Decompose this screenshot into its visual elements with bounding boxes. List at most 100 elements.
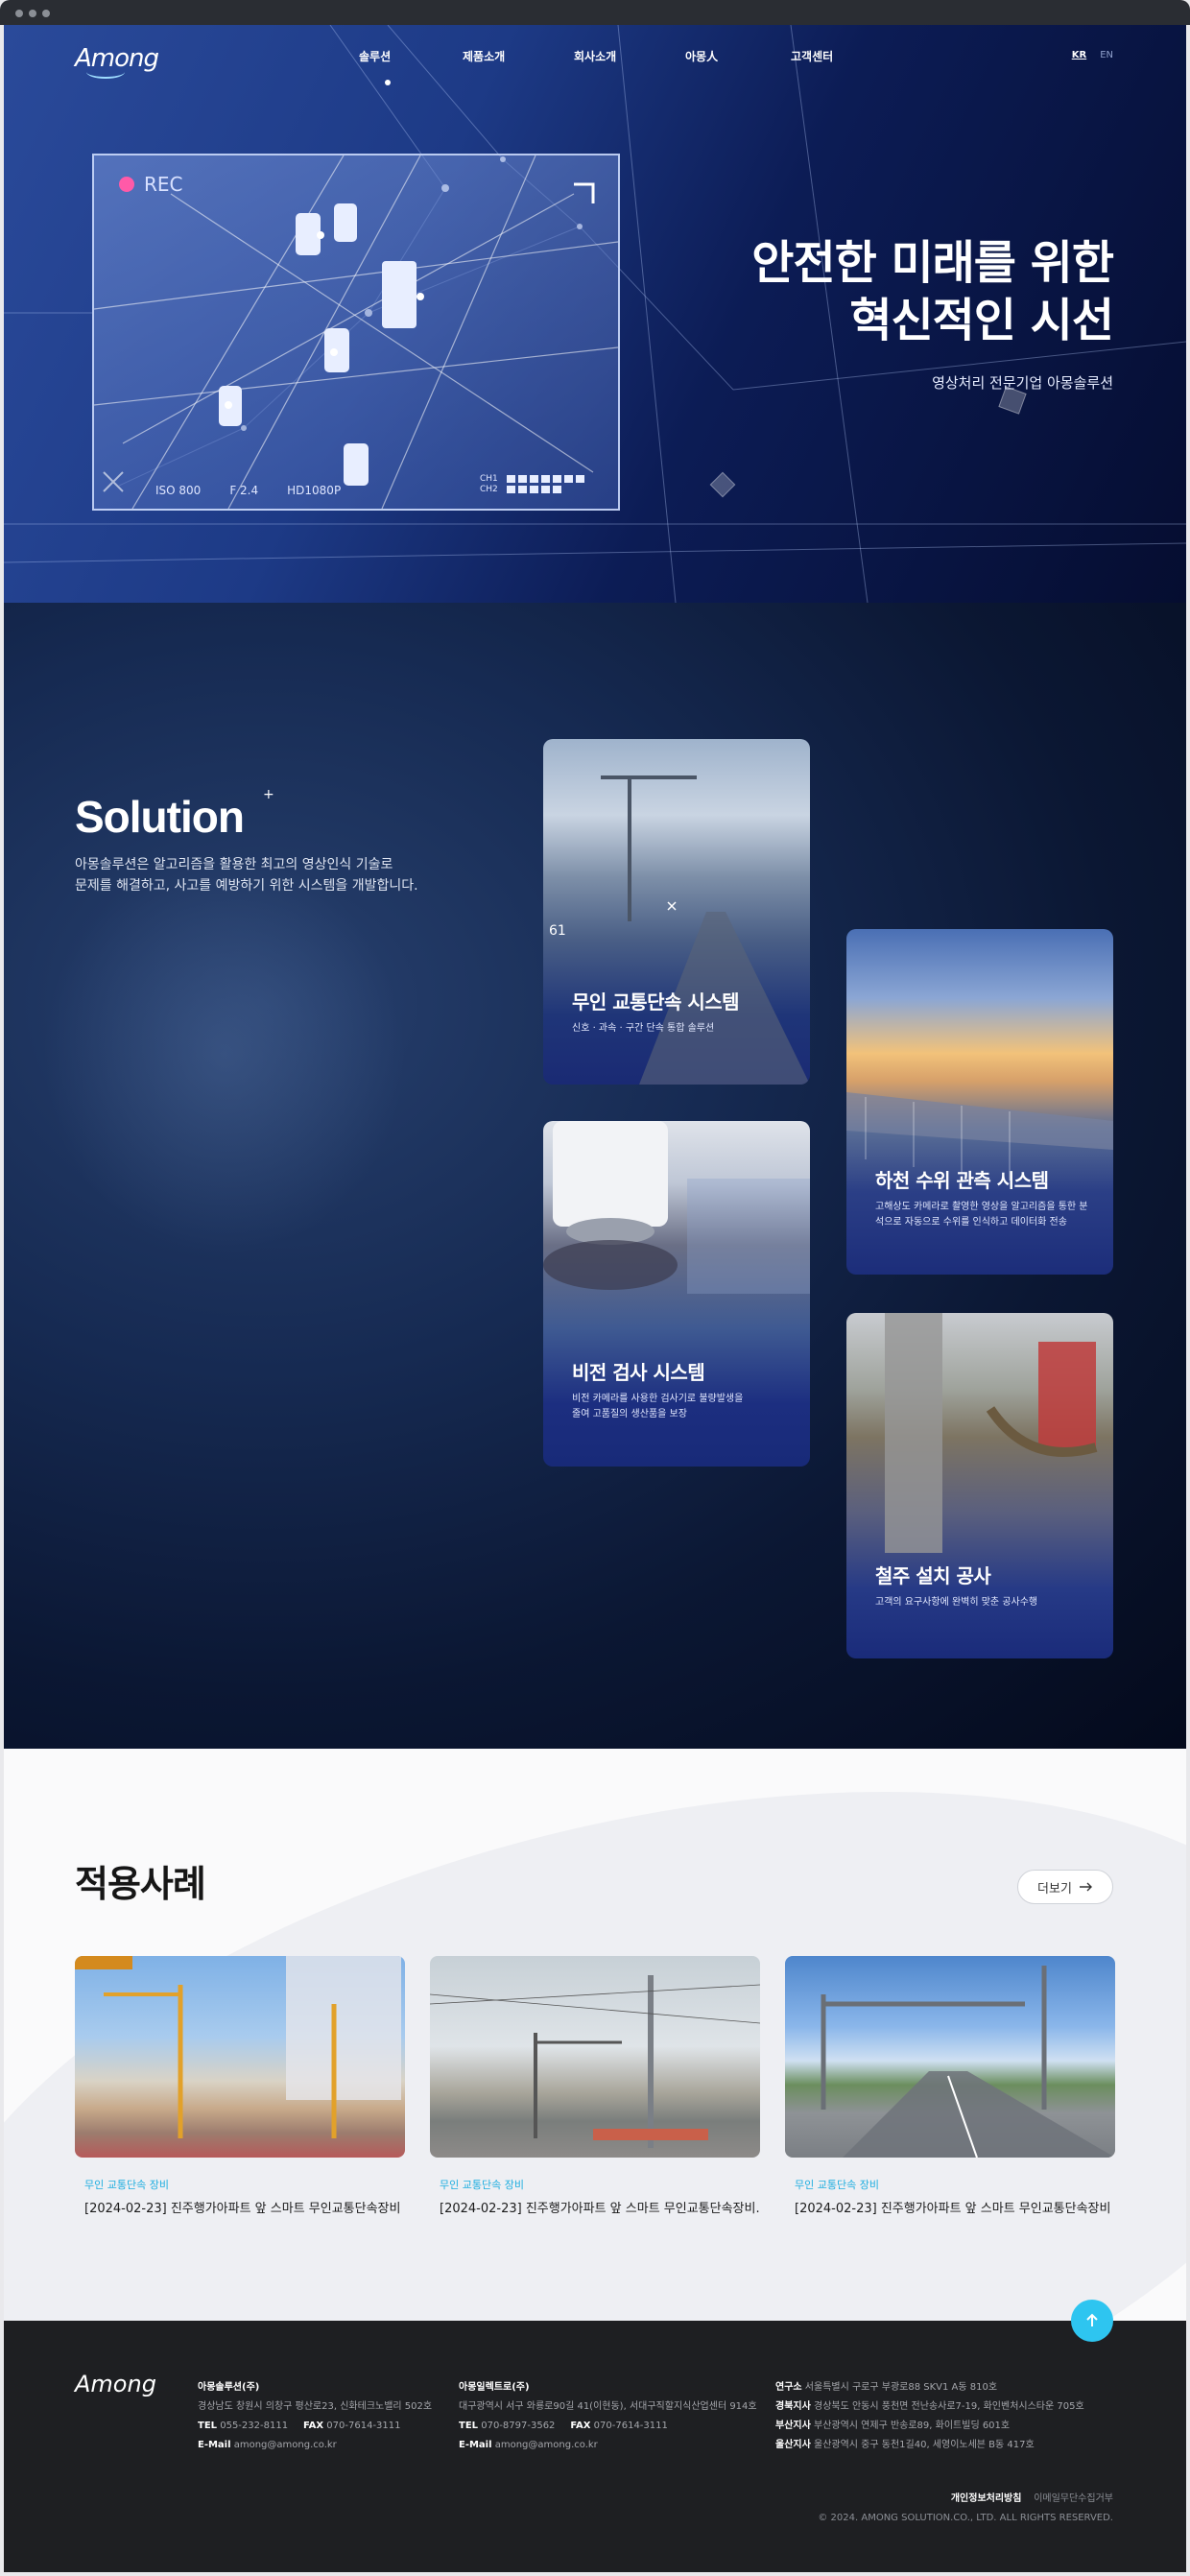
hero-subtitle: 영상처리 전문기업 아몽솔루션 [932,374,1113,392]
company-2-contact: TEL 070-8797-3562 FAX 070-7614-3111 [459,2417,757,2436]
footer-company-2: 아몽일렉트로(주) 대구광역시 서구 와룡로90길 41(이현동), 서대구직할… [459,2378,757,2455]
footer: Among 아몽솔루션(주) 경상남도 창원시 의창구 평산로23, 신화테크노… [4,2300,1186,2572]
case-category: 무인 교통단속 장비 [795,2179,879,2191]
branch-gyeongbuk: 경북지사 경상북도 안동시 풍천면 전난송사로7-19, 화인벤처시스타운 70… [775,2397,1084,2417]
menu-item-solution[interactable]: 솔루션 [359,48,391,64]
scroll-top-button[interactable] [1071,2300,1113,2342]
lang-kr[interactable]: KR [1072,50,1086,60]
solution-title: Solution [75,792,245,842]
branch-label: 연구소 [775,2382,802,2393]
case-thumbnail[interactable] [785,1956,1115,2158]
menu-item-company[interactable]: 회사소개 [574,48,616,64]
hero-title-line1: 안전한 미래를 위한 [751,236,1114,290]
rec-label: REC [144,173,183,196]
company-2-name: 아몽일렉트로(주) [459,2382,530,2393]
case-title[interactable]: [2024-02-23] 진주행가아파트 앞 스마트 무인교통단속장비 (... [795,2198,1115,2216]
case-category: 무인 교통단속 장비 [84,2179,169,2191]
case-card[interactable]: 무인 교통단속 장비 [2024-02-23] 진주행가아파트 앞 스마트 무인… [75,1956,405,2216]
solution-card-river[interactable]: 하천 수위 관측 시스템 고해상도 카메라로 촬영한 영상을 알고리즘을 통한 … [846,929,1113,1275]
tel-label: TEL [459,2421,479,2431]
camera-viewfinder: REC ISO 800 F 2.4 HD1080P CH1 CH2 [92,154,620,511]
case-photo-gantry [821,1966,1115,2158]
company-2-address: 대구광역시 서구 와룡로90길 41(이현동), 서대구직할지식산업센터 914… [459,2401,757,2412]
case-title[interactable]: [2024-02-23] 진주행가아파트 앞 스마트 무인교통단속장비 (... [84,2198,405,2216]
case-category: 무인 교통단속 장비 [440,2179,524,2191]
camera-info: ISO 800 F 2.4 HD1080P [155,484,341,497]
solution-card-traffic[interactable]: 61 무인 교통단속 시스템 신호 · 과속 · 구간 단속 통합 솔루션 [543,739,810,1085]
cases-title: 적용사례 [75,1863,206,1905]
email-label: E-Mail [198,2440,231,2450]
company-2-email[interactable]: among@among.co.kr [495,2440,598,2450]
branch-address: 부산광역시 연제구 반송로89, 화이트빌딩 601호 [814,2421,1011,2431]
branch-label: 경북지사 [775,2401,811,2412]
company-1-address: 경상남도 창원시 의창구 평산로23, 신화테크노밸리 502호 [198,2401,433,2412]
solution-section: Solution + 아몽솔루션은 알고리즘을 활용한 최고의 영상인식 기술로… [4,603,1186,1749]
branch-address: 경상북도 안동시 풍천면 전난송사로7-19, 화인벤처시스타운 705호 [814,2401,1084,2412]
camera-aperture: F 2.4 [229,484,259,497]
signal-bars-icon [507,475,593,493]
card-steel-title: 철주 설치 공사 [875,1564,991,1587]
company-1-tel: 055-232-8111 [220,2421,289,2431]
hero-section: REC ISO 800 F 2.4 HD1080P CH1 CH2 Among [4,25,1186,603]
company-1-name: 아몽솔루션(주) [198,2382,260,2393]
footer-links: 개인정보처리방침 이메일무단수집거부 [818,2490,1113,2509]
browser-window: REC ISO 800 F 2.4 HD1080P CH1 CH2 Among [0,0,1190,2576]
card-vision-desc: 비전 카메라를 사용한 검사기로 불량발생을 줄여 고품질의 생산품을 보장 [572,1394,744,1419]
solution-card-vision[interactable]: 비전 검사 시스템 비전 카메라를 사용한 검사기로 불량발생을 줄여 고품질의… [543,1121,810,1467]
privacy-policy-link[interactable]: 개인정보처리방침 [951,2493,1022,2504]
window-close-dot[interactable] [15,10,23,17]
company-2-tel: 070-8797-3562 [481,2421,556,2431]
company-1-email-row: E-Mail among@among.co.kr [198,2436,432,2455]
case-title[interactable]: [2024-02-23] 진주행가아파트 앞 스마트 무인교통단속장비... [440,2198,760,2216]
hero-title: 안전한 미래를 위한 혁신적인 시선 [751,234,1114,349]
cases-section: 적용사례 더보기 무인 교통단속 장비 [2024-02-23] 진주행가아파트 [4,1749,1186,2321]
case-thumbnail[interactable] [430,1956,760,2158]
menu-item-people[interactable]: 아몽人 [685,48,718,64]
fax-label: FAX [302,2421,324,2431]
camera-iso: ISO 800 [155,484,202,497]
fax-label: FAX [570,2421,591,2431]
card-vision-title: 비전 검사 시스템 [572,1361,705,1384]
case-card[interactable]: 무인 교통단속 장비 [2024-02-23] 진주행가아파트 앞 스마트 무인… [785,1956,1115,2216]
lang-en[interactable]: EN [1100,50,1113,60]
copyright: © 2024. AMONG SOLUTION.CO., LTD. ALL RIG… [818,2513,1113,2523]
browser-title-bar [0,0,1190,25]
window-minimize-dot[interactable] [29,10,36,17]
rec-dot-icon [119,177,134,192]
card-river-title: 하천 수위 관측 시스템 [875,1169,1049,1192]
branch-lab: 연구소 서울특별시 구로구 부광로88 SKV1 A동 810호 [775,2378,1084,2397]
case-thumbnail[interactable] [75,1956,405,2158]
card-river-desc: 고해상도 카메라로 촬영한 영상을 알고리즘을 통한 분석으로 자동으로 수위를… [875,1202,1088,1228]
solution-desc-line2: 문제를 해결하고, 사고를 예방하기 위한 시스템을 개발합니다. [75,878,418,894]
company-2-email-row: E-Mail among@among.co.kr [459,2436,757,2455]
menu-item-products[interactable]: 제품소개 [463,48,505,64]
tel-label: TEL [198,2421,218,2431]
more-button[interactable]: 더보기 [1017,1870,1113,1904]
arrow-up-icon [1086,2313,1098,2326]
solution-card-steel[interactable]: 철주 설치 공사 고객의 요구사항에 완벽히 맞춘 공사수행 [846,1313,1113,1658]
rec-indicator: REC [119,173,183,196]
solution-description: 아몽솔루션은 알고리즘을 활용한 최고의 영상인식 기술로 문제를 해결하고, … [75,854,497,896]
card-steel-desc: 고객의 요구사항에 완벽히 맞춘 공사수행 [875,1597,1038,1608]
camera-ch2: CH2 [480,485,498,494]
menu-item-support[interactable]: 고객센터 [791,48,833,64]
footer-logo[interactable]: Among [75,2371,156,2397]
page: REC ISO 800 F 2.4 HD1080P CH1 CH2 Among [4,25,1186,2572]
company-1-email[interactable]: among@among.co.kr [234,2440,337,2450]
email-policy-link[interactable]: 이메일무단수집거부 [1034,2493,1113,2504]
more-button-label: 더보기 [1037,1881,1072,1896]
svg-text:61: 61 [549,923,566,939]
footer-bottom: 개인정보처리방침 이메일무단수집거부 © 2024. AMONG SOLUTIO… [818,2490,1113,2528]
case-photo-crossing [430,1975,760,2148]
camera-resolution: HD1080P [287,484,342,497]
camera-channels: CH1 CH2 [480,474,498,495]
logo-wave-icon [86,65,125,79]
case-card[interactable]: 무인 교통단속 장비 [2024-02-23] 진주행가아파트 앞 스마트 무인… [430,1956,760,2216]
card-traffic-title: 무인 교통단속 시스템 [572,990,740,1014]
solution-desc-line1: 아몽솔루션은 알고리즘을 활용한 최고의 영상인식 기술로 [75,857,393,872]
footer-company-1: 아몽솔루션(주) 경상남도 창원시 의창구 평산로23, 신화테크노밸리 502… [198,2378,432,2455]
company-2-fax: 070-7614-3111 [593,2421,668,2431]
branch-label: 부산지사 [775,2421,811,2431]
window-maximize-dot[interactable] [42,10,50,17]
header-logo[interactable]: Among [75,44,159,79]
